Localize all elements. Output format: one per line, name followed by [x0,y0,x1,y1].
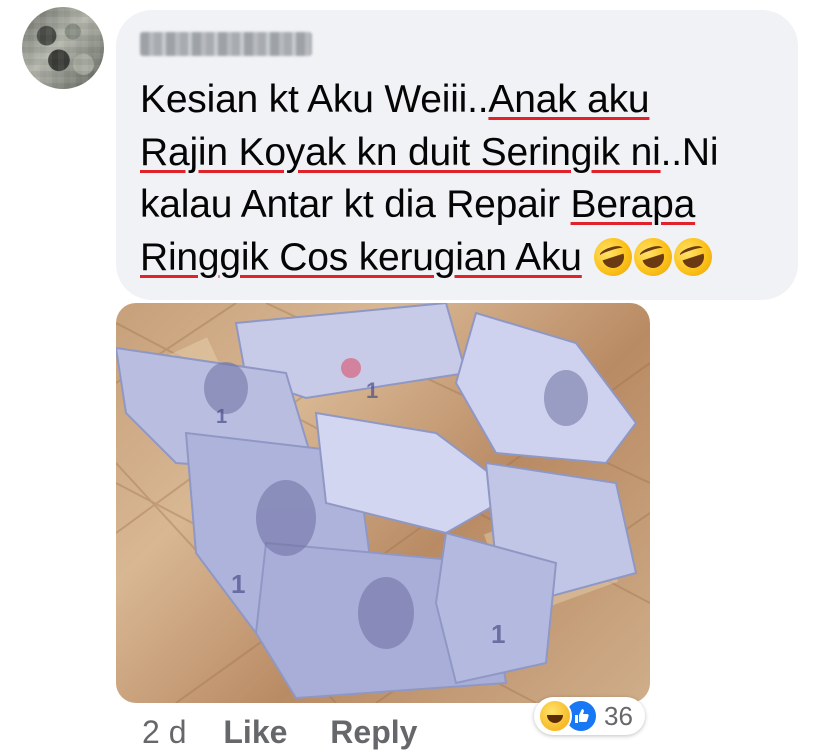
attached-photo-torn-banknotes[interactable]: 1 1 1 1 [116,303,650,703]
comment-line-4: Ringgik Cos kerugian Aku [140,232,790,285]
rolling-on-floor-laughing-icon [629,232,678,281]
like-button[interactable]: Like [223,714,287,750]
svg-text:1: 1 [231,569,245,599]
rolling-on-floor-laughing-icon [589,232,638,281]
comment-actions: 2 d Like Reply [142,710,417,754]
reactions-summary[interactable]: 36 [534,697,645,735]
svg-text:1: 1 [216,406,227,428]
reply-button[interactable]: Reply [330,714,417,750]
avatar[interactable] [22,7,104,89]
comment-line-1: Kesian kt Aku Weiii..Anak aku [140,78,650,121]
thumbs-up-icon [575,709,589,723]
comment-bubble: Sari Lipani Kesian kt Aku Weiii..Anak ak… [116,10,798,300]
author-name-blurred[interactable]: Sari Lipani [140,32,312,56]
svg-text:1: 1 [366,378,378,403]
haha-reaction-icon [538,699,572,733]
comment-line-3: kalau Antar kt dia Repair Berapa [140,183,696,226]
comment-line-2: Rajin Koyak kn duit Seringik ni..Ni [140,130,719,174]
timestamp[interactable]: 2 d [142,714,186,750]
svg-text:1: 1 [491,619,505,649]
rolling-on-floor-laughing-icon [669,232,718,281]
reaction-count: 36 [604,700,633,731]
photo-illustration: 1 1 1 1 [116,303,650,703]
comment-text: Kesian kt Aku Weiii..Anak aku Rajin Koya… [140,74,790,284]
